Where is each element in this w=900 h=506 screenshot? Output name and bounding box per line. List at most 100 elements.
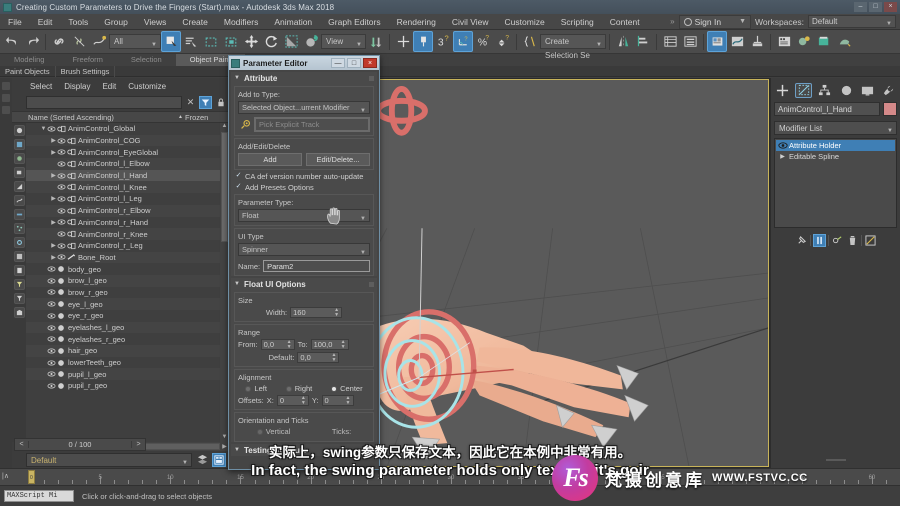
chevron-down-icon[interactable]: ▼ bbox=[234, 281, 240, 287]
width-spinner[interactable]: 160 ▲ ▼ bbox=[290, 307, 343, 318]
expand-toggle-icon[interactable]: ▶ bbox=[50, 149, 57, 156]
object-color-swatch[interactable] bbox=[883, 102, 897, 116]
visibility-eye-icon[interactable] bbox=[57, 184, 66, 190]
close-icon[interactable]: × bbox=[884, 2, 897, 12]
cameras-filter-icon[interactable] bbox=[13, 167, 25, 178]
scene-object-row[interactable]: body_geo bbox=[26, 263, 220, 275]
display-tab-icon[interactable] bbox=[859, 83, 876, 98]
select-and-scale-icon[interactable] bbox=[281, 31, 301, 52]
menu-civil-view[interactable]: Civil View bbox=[444, 14, 497, 30]
offset-y-spinner[interactable]: 0 ▲ ▼ bbox=[321, 395, 354, 406]
use-pivot-center-icon[interactable] bbox=[366, 31, 386, 52]
chevron-down-icon[interactable]: ▼ bbox=[151, 38, 157, 52]
configure-sets-icon[interactable] bbox=[864, 234, 877, 247]
curve-editor-icon[interactable] bbox=[727, 31, 747, 52]
expand-toggle-icon[interactable]: ▶ bbox=[50, 254, 57, 261]
angle-snap-icon[interactable]: 3? bbox=[433, 31, 453, 52]
material-editor-icon[interactable] bbox=[707, 31, 727, 52]
spinner-arrows-icon[interactable]: ▲ ▼ bbox=[330, 307, 339, 318]
lock-icon[interactable] bbox=[215, 98, 226, 107]
modifier-item-attribute-holder[interactable]: Attribute Holder bbox=[776, 140, 895, 151]
visibility-eye-icon[interactable] bbox=[47, 360, 56, 366]
menu-file[interactable]: File bbox=[0, 14, 30, 30]
scroll-up-icon[interactable]: ▲ bbox=[222, 123, 228, 131]
ribbon-tab-selection[interactable]: Selection bbox=[117, 54, 176, 66]
scene-object-row[interactable]: AnimControl_r_Elbow bbox=[26, 204, 220, 217]
ui-type-select[interactable]: Spinner ▼ bbox=[238, 243, 370, 256]
menu-animation[interactable]: Animation bbox=[266, 14, 320, 30]
render-production-icon[interactable] bbox=[814, 31, 834, 52]
modifier-stack-tools[interactable] bbox=[774, 232, 897, 248]
chevron-down-icon[interactable]: ▼ bbox=[887, 125, 893, 138]
pick-explicit-track-input[interactable]: Pick Explicit Track bbox=[254, 117, 370, 132]
container-icon[interactable] bbox=[13, 307, 25, 318]
select-by-name-icon[interactable] bbox=[181, 31, 201, 52]
to-spinner[interactable]: 100,0 ▲ ▼ bbox=[310, 339, 349, 350]
create-tab-icon[interactable] bbox=[774, 83, 791, 98]
scroll-thumb[interactable] bbox=[221, 132, 228, 242]
rollout-pin-icon[interactable] bbox=[369, 281, 374, 287]
spacewarps-filter-icon[interactable] bbox=[13, 195, 25, 206]
offset-x-spinner[interactable]: 0 ▲ ▼ bbox=[276, 395, 309, 406]
modifier-list-select[interactable]: Modifier List ▼ bbox=[774, 121, 897, 135]
chevron-down-icon[interactable]: ▼ bbox=[360, 247, 366, 259]
minimize-icon[interactable]: – bbox=[854, 2, 867, 12]
visibility-eye-icon[interactable] bbox=[47, 266, 56, 272]
scene-object-row[interactable]: ▶ AnimControl_r_Leg bbox=[26, 240, 220, 252]
visibility-eye-icon[interactable] bbox=[47, 313, 56, 319]
hidden-filter-icon[interactable] bbox=[13, 251, 25, 262]
groups-filter-icon[interactable] bbox=[13, 237, 25, 248]
chevron-down-icon[interactable]: ▼ bbox=[234, 75, 240, 81]
column-frozen[interactable]: Frozen bbox=[185, 113, 229, 122]
visibility-eye-icon[interactable] bbox=[47, 336, 56, 342]
bind-space-warp-icon[interactable] bbox=[89, 31, 109, 52]
chevron-down-icon[interactable]: ▼ bbox=[360, 213, 366, 225]
expand-toggle-icon[interactable]: ▶ bbox=[50, 195, 57, 202]
menu-edit[interactable]: Edit bbox=[30, 14, 61, 30]
show-end-result-icon[interactable] bbox=[812, 233, 826, 247]
scene-object-row[interactable]: eyelashes_l_geo bbox=[26, 321, 220, 334]
menu-overflow-icon[interactable]: » bbox=[666, 17, 678, 26]
explorer-side-tools[interactable] bbox=[12, 123, 26, 442]
scene-object-row[interactable]: lowerTeeth_geo bbox=[26, 357, 220, 369]
select-object-icon[interactable] bbox=[161, 31, 181, 52]
pin-stack-icon[interactable] bbox=[795, 234, 808, 247]
menu-create[interactable]: Create bbox=[174, 14, 216, 30]
dialog-window-controls[interactable]: — □ × bbox=[331, 58, 377, 68]
object-name-field[interactable]: AnimControl_l_Hand bbox=[774, 102, 880, 116]
bones-filter-icon[interactable] bbox=[13, 209, 25, 220]
ribbon-subtabs[interactable]: Paint Objects Brush Settings bbox=[0, 65, 900, 77]
menu-scripting[interactable]: Scripting bbox=[553, 14, 602, 30]
lights-filter-icon[interactable] bbox=[13, 153, 25, 164]
render-iterative-icon[interactable] bbox=[834, 31, 854, 52]
chevron-down-icon[interactable]: ▼ bbox=[739, 18, 746, 25]
menu-content[interactable]: Content bbox=[602, 14, 648, 30]
expand-toggle-icon[interactable]: ▶ bbox=[50, 137, 57, 144]
attribute-rollout-header[interactable]: ▼ Attribute bbox=[231, 72, 377, 84]
ribbon-tabs[interactable]: Modeling Freeform Selection Object Paint bbox=[0, 54, 900, 66]
particles-filter-icon[interactable] bbox=[13, 223, 25, 234]
spinner-arrows-icon[interactable]: ▲ ▼ bbox=[337, 339, 346, 350]
schematic-view-icon[interactable] bbox=[747, 31, 767, 52]
visibility-eye-icon[interactable] bbox=[57, 254, 66, 260]
rail-icon-3[interactable] bbox=[2, 106, 10, 114]
visibility-eye-icon[interactable] bbox=[57, 149, 66, 155]
menu-views[interactable]: Views bbox=[136, 14, 175, 30]
scene-object-row[interactable]: ▼ AnimControl_Global bbox=[26, 123, 220, 135]
menu-graph-editors[interactable]: Graph Editors bbox=[320, 14, 388, 30]
eye-icon[interactable] bbox=[776, 142, 789, 149]
scene-object-row[interactable]: ▶ AnimControl_EyeGlobal bbox=[26, 146, 220, 158]
spinner-arrows-icon[interactable]: ▲ ▼ bbox=[297, 395, 306, 406]
named-selection-set-select[interactable]: Create Selection Se ▼ bbox=[540, 34, 606, 60]
chevron-right-icon[interactable]: ▶ bbox=[776, 153, 789, 160]
scene-explorer-icon[interactable] bbox=[680, 31, 700, 52]
explorer-menu-edit[interactable]: Edit bbox=[96, 82, 122, 91]
visibility-eye-icon[interactable] bbox=[57, 208, 66, 214]
maximize-icon[interactable]: □ bbox=[347, 58, 361, 68]
snaps-toggle-2-icon[interactable] bbox=[413, 31, 433, 52]
selection-filter-select[interactable]: All ▼ bbox=[109, 34, 161, 49]
chevron-down-icon[interactable]: ▼ bbox=[886, 18, 892, 30]
hierarchy-tab-icon[interactable] bbox=[816, 83, 833, 98]
menu-modifiers[interactable]: Modifiers bbox=[216, 14, 266, 30]
visibility-eye-icon[interactable] bbox=[57, 173, 66, 179]
